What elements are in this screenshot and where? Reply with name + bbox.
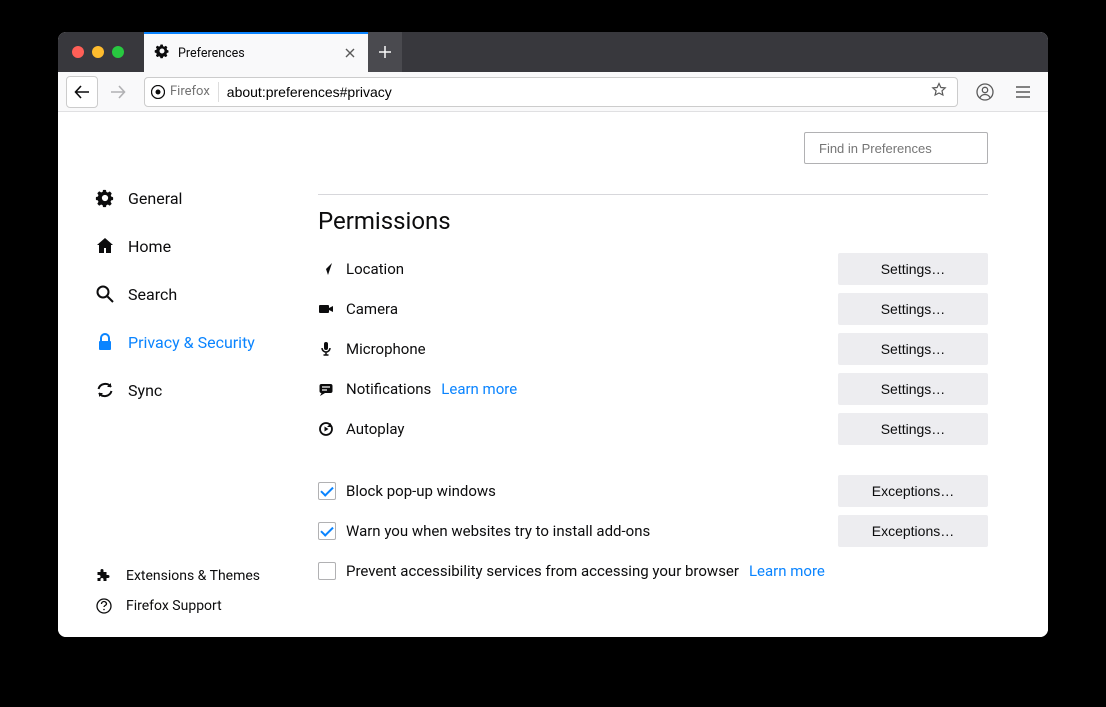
section-title: Permissions xyxy=(318,207,988,235)
permission-label: Location xyxy=(346,260,404,278)
maximize-window-button[interactable] xyxy=(112,46,124,58)
notifications-settings-button[interactable]: Settings… xyxy=(838,373,988,405)
firefox-logo-icon xyxy=(151,85,165,99)
autoplay-icon xyxy=(318,421,346,437)
preferences-search-box[interactable] xyxy=(804,132,988,164)
sidebar-item-label: Home xyxy=(128,237,171,256)
checkbox-label: Block pop-up windows xyxy=(346,482,496,500)
addons-exceptions-button[interactable]: Exceptions… xyxy=(838,515,988,547)
lock-icon xyxy=(94,332,116,352)
permission-row-camera: Camera Settings… xyxy=(318,289,988,329)
permission-row-notifications: Notifications Learn more Settings… xyxy=(318,369,988,409)
checkbox-label: Prevent accessibility services from acce… xyxy=(346,562,739,580)
permission-row-microphone: Microphone Settings… xyxy=(318,329,988,369)
main-content: Permissions Location Settings… Camera Se… xyxy=(318,112,1048,637)
sidebar-item-privacy[interactable]: Privacy & Security xyxy=(94,318,318,366)
account-icon[interactable] xyxy=(968,76,1002,108)
notifications-learn-more-link[interactable]: Learn more xyxy=(441,380,517,398)
traffic-lights xyxy=(58,46,144,58)
camera-settings-button[interactable]: Settings… xyxy=(838,293,988,325)
puzzle-icon xyxy=(94,568,114,584)
gear-icon xyxy=(94,188,116,208)
popups-exceptions-button[interactable]: Exceptions… xyxy=(838,475,988,507)
sidebar: General Home Search xyxy=(58,112,318,637)
sidebar-item-home[interactable]: Home xyxy=(94,222,318,270)
tab-title: Preferences xyxy=(178,46,334,61)
url-input[interactable] xyxy=(219,84,927,100)
permission-label: Notifications xyxy=(346,380,431,398)
location-icon xyxy=(318,261,346,277)
sidebar-item-label: Sync xyxy=(128,381,162,400)
permission-row-autoplay: Autoplay Settings… xyxy=(318,409,988,449)
sidebar-item-general[interactable]: General xyxy=(94,174,318,222)
microphone-icon xyxy=(318,341,346,357)
bookmark-star-icon[interactable] xyxy=(927,82,951,102)
checkbox-row-accessibility: Prevent accessibility services from acce… xyxy=(318,551,988,591)
back-button[interactable] xyxy=(66,76,98,108)
url-bar[interactable]: Firefox xyxy=(144,77,958,107)
checkbox-label: Warn you when websites try to install ad… xyxy=(346,522,650,540)
tab-preferences[interactable]: Preferences xyxy=(144,32,368,72)
sidebar-item-label: Privacy & Security xyxy=(128,333,255,352)
browser-window: Preferences Firefox xyxy=(58,32,1048,637)
close-window-button[interactable] xyxy=(72,46,84,58)
prevent-accessibility-checkbox[interactable] xyxy=(318,562,336,580)
forward-button[interactable] xyxy=(102,76,134,108)
sidebar-item-label: Firefox Support xyxy=(126,598,222,614)
permission-label: Autoplay xyxy=(346,420,405,438)
camera-icon xyxy=(318,301,346,317)
sidebar-item-label: Extensions & Themes xyxy=(126,568,260,584)
autoplay-settings-button[interactable]: Settings… xyxy=(838,413,988,445)
close-tab-button[interactable] xyxy=(342,45,358,61)
new-tab-button[interactable] xyxy=(368,32,402,72)
sidebar-bottom: Extensions & Themes Firefox Support xyxy=(94,568,260,614)
accessibility-learn-more-link[interactable]: Learn more xyxy=(749,562,825,580)
identity-box[interactable]: Firefox xyxy=(151,82,219,102)
sidebar-item-label: Search xyxy=(128,285,177,304)
menu-icon[interactable] xyxy=(1006,76,1040,108)
minimize-window-button[interactable] xyxy=(92,46,104,58)
warn-addons-checkbox[interactable] xyxy=(318,522,336,540)
sidebar-item-label: General xyxy=(128,189,182,208)
sidebar-nav: General Home Search xyxy=(94,174,318,414)
content-area: General Home Search xyxy=(58,112,1048,637)
identity-label: Firefox xyxy=(170,84,210,99)
block-popups-checkbox[interactable] xyxy=(318,482,336,500)
gear-icon xyxy=(154,43,170,63)
preferences-search-input[interactable] xyxy=(819,141,995,156)
location-settings-button[interactable]: Settings… xyxy=(838,253,988,285)
checkbox-row-popups: Block pop-up windows Exceptions… xyxy=(318,471,988,511)
microphone-settings-button[interactable]: Settings… xyxy=(838,333,988,365)
sidebar-item-sync[interactable]: Sync xyxy=(94,366,318,414)
sidebar-item-extensions[interactable]: Extensions & Themes xyxy=(94,568,260,584)
help-icon xyxy=(94,598,114,614)
permission-row-location: Location Settings… xyxy=(318,249,988,289)
checkbox-row-addons: Warn you when websites try to install ad… xyxy=(318,511,988,551)
sidebar-item-search[interactable]: Search xyxy=(94,270,318,318)
home-icon xyxy=(94,236,116,256)
toolbar: Firefox xyxy=(58,72,1048,112)
search-icon xyxy=(94,284,116,304)
permissions-section: Permissions Location Settings… Camera Se… xyxy=(318,194,988,591)
sidebar-item-support[interactable]: Firefox Support xyxy=(94,598,260,614)
sync-icon xyxy=(94,380,116,400)
permission-label: Camera xyxy=(346,300,398,318)
titlebar: Preferences xyxy=(58,32,1048,72)
notification-icon xyxy=(318,381,346,397)
permission-label: Microphone xyxy=(346,340,426,358)
